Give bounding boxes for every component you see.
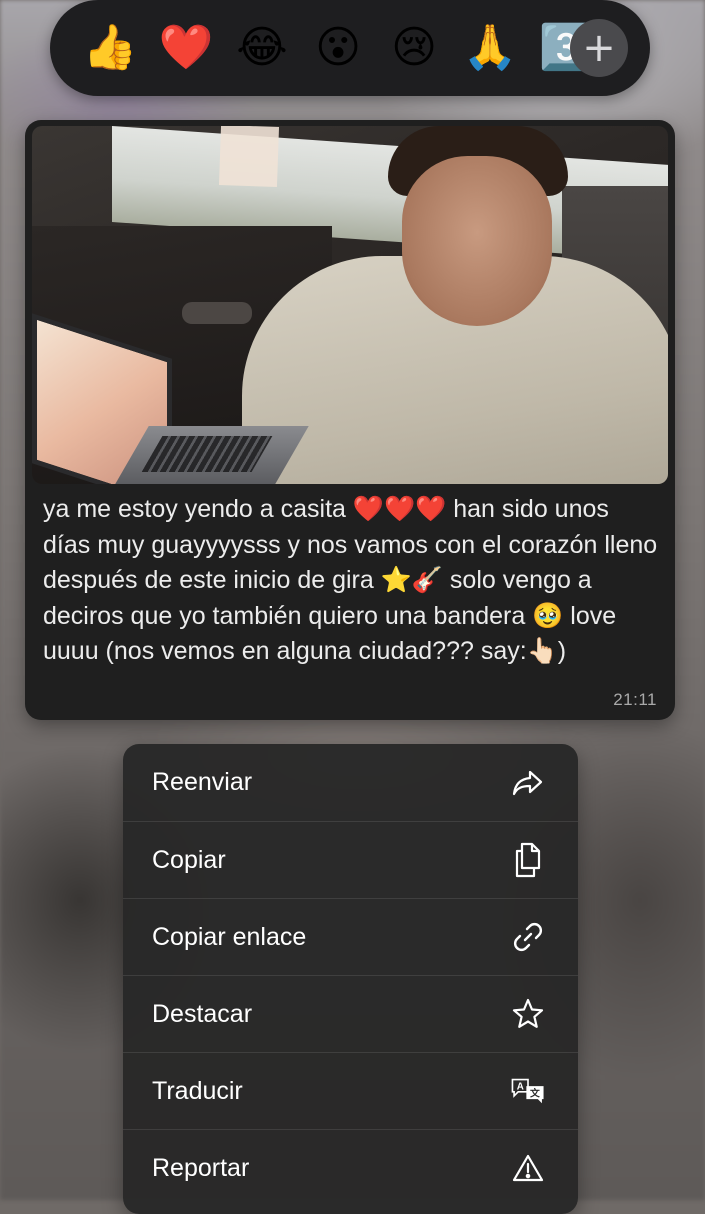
svg-text:文: 文 [530,1087,540,1100]
reaction-crying[interactable]: 😢 [376,10,452,86]
svg-text:A: A [517,1081,524,1092]
add-reaction-button[interactable]: + [570,19,628,77]
message-bubble: ya me estoy yendo a casita ❤️❤️❤️ han si… [25,120,675,720]
link-icon [510,919,546,955]
message-photo[interactable] [32,126,668,484]
reaction-surprised[interactable]: 😮 [300,10,376,86]
reaction-folded-hands[interactable]: 🙏 [452,10,528,86]
menu-item-star[interactable]: Destacar [123,975,578,1052]
menu-item-label: Reenviar [152,768,253,796]
reaction-thumbs-up[interactable]: 👍 [72,10,148,86]
person-face [402,156,552,326]
warning-icon [510,1150,546,1186]
menu-item-report[interactable]: Reportar [123,1129,578,1206]
context-menu: Reenviar Copiar Copiar enlace Destacar T… [123,744,578,1214]
reaction-tears-of-joy[interactable]: 😂 [224,10,300,86]
door-handle [182,302,252,324]
message-text: ya me estoy yendo a casita ❤️❤️❤️ han si… [43,495,658,665]
menu-item-translate[interactable]: Traducir A 文 [123,1052,578,1129]
menu-item-label: Reportar [152,1153,250,1182]
menu-item-label: Destacar [152,999,253,1028]
star-icon [510,996,546,1032]
menu-item-forward[interactable]: Reenviar [123,744,578,821]
menu-item-copy[interactable]: Copiar [123,821,578,898]
message-timestamp: 21:11 [613,690,657,709]
copy-icon [510,842,546,878]
translate-icon: A 文 [510,1073,546,1109]
menu-item-label: Traducir [152,1076,243,1105]
reaction-red-heart[interactable]: ❤️ [148,10,224,86]
reaction-bar: 👍 ❤️ 😂 😮 😢 🙏 3️⃣ + [50,0,650,96]
menu-item-label: Copiar [152,845,226,874]
forward-icon [510,765,546,801]
window-card [218,126,280,187]
menu-item-copy-link[interactable]: Copiar enlace [123,898,578,975]
laptop-keyboard [141,436,273,472]
menu-item-label: Copiar enlace [152,922,307,951]
